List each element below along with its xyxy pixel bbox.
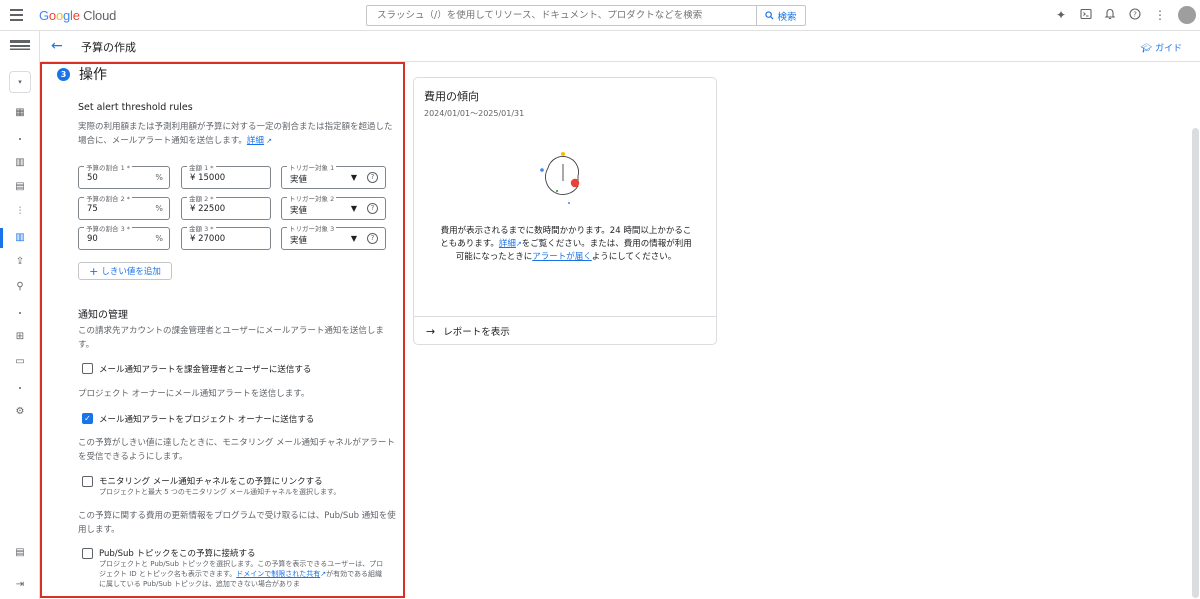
project-dropdown-icon[interactable]: ▾ bbox=[9, 71, 31, 93]
billing-admins-checkbox[interactable] bbox=[82, 363, 93, 374]
step-number-badge: 3 bbox=[57, 68, 70, 81]
notifications-desc-4: この予算に関する費用の更新情報をプログラムで受け取るには、Pub/Sub 通知を… bbox=[78, 511, 396, 535]
pubsub-checkbox-label: Pub/Sub トピックをこの予算に接続する bbox=[99, 549, 256, 559]
notifications-desc-3: この予算がしきい値に達したときに、モニタリング メール通知チャネルがアラートを受… bbox=[78, 438, 395, 462]
top-bar: Google Cloud 検索 ✦ ? ⋮ bbox=[0, 0, 1200, 31]
monitoring-channels-checkbox[interactable] bbox=[82, 476, 93, 487]
divider bbox=[414, 316, 716, 317]
alert-link[interactable]: アラートが届く bbox=[532, 252, 592, 262]
threshold-description: 実際の利用額または予測利用額が予算に対する一定の割合または指定額を超過した場合に… bbox=[78, 122, 393, 146]
reports-icon[interactable]: ▥ bbox=[14, 157, 26, 169]
cost-breakdown-icon[interactable]: ⫶ bbox=[14, 206, 26, 218]
cost-trend-title: 費用の傾向 bbox=[424, 90, 479, 103]
notifications-bell-icon[interactable] bbox=[1103, 8, 1117, 22]
search-button[interactable]: 検索 bbox=[756, 6, 805, 25]
help-circle-icon[interactable]: ? bbox=[367, 203, 378, 214]
left-rail: ▾ ▦ ▥ ▤ ⫶ ▥ ⇪ ⚲ ⊞ ▭ ⚙ ▤ ⇥ bbox=[0, 31, 40, 599]
gemini-sparkle-icon[interactable]: ✦ bbox=[1054, 8, 1068, 22]
search-input[interactable] bbox=[377, 10, 747, 21]
table-icon[interactable]: ▤ bbox=[14, 181, 26, 193]
help-icon[interactable]: ? bbox=[1128, 8, 1142, 22]
cost-trend-message: 費用が表示されるまでに数時間かかります。24 時間以上かかることもあります。詳細… bbox=[440, 226, 692, 262]
help-circle-icon[interactable]: ? bbox=[367, 233, 378, 244]
scrollbar-thumb[interactable] bbox=[1192, 128, 1199, 598]
rail-dot bbox=[19, 312, 21, 314]
amount-field-2[interactable]: 金額 2 * ¥ 22500 bbox=[181, 193, 271, 220]
dropdown-arrow-icon: ▼ bbox=[350, 173, 357, 182]
trigger-select-2[interactable]: トリガー対象 2 実値 ▼ ? bbox=[281, 193, 386, 220]
billing-admins-checkbox-label: メール通知アラートを課金管理者とユーザーに送信する bbox=[99, 365, 312, 375]
add-threshold-button[interactable]: + しきい値を追加 bbox=[78, 262, 172, 280]
search-icon bbox=[765, 11, 774, 20]
details-link[interactable]: 詳細 bbox=[247, 136, 264, 146]
notifications-desc-1: この請求先アカウントの課金管理者とユーザーにメールアラート通知を送信します。 bbox=[78, 326, 384, 350]
budgets-alerts-icon[interactable]: ▥ bbox=[14, 232, 26, 244]
actions-step-panel: 3 操作 Set alert threshold rules 実際の利用額または… bbox=[40, 62, 405, 598]
pubsub-checkbox[interactable] bbox=[82, 548, 93, 559]
dropdown-arrow-icon: ▼ bbox=[350, 204, 357, 213]
plus-icon: + bbox=[89, 264, 99, 278]
commitments-icon[interactable]: ⚲ bbox=[14, 281, 26, 293]
notifications-desc-2: プロジェクト オーナーにメール通知アラートを送信します。 bbox=[78, 389, 310, 399]
project-owners-checkbox-label: メール通知アラートをプロジェクト オーナーに送信する bbox=[99, 415, 315, 425]
upload-icon[interactable]: ⇪ bbox=[14, 256, 26, 268]
view-report-link[interactable]: → レポートを表示 bbox=[426, 324, 510, 339]
menu-icon[interactable] bbox=[10, 9, 23, 21]
search-bar: 検索 bbox=[366, 5, 806, 26]
budget-percent-field-1[interactable]: 予算の割合 1 * 50 % bbox=[78, 162, 170, 189]
monitoring-channels-help: プロジェクトと最大 5 つのモニタリング メール通知チャネルを選択します。 bbox=[99, 488, 341, 496]
product-icon[interactable] bbox=[10, 40, 30, 50]
details-link[interactable]: 詳細 bbox=[499, 239, 516, 249]
rail-active-indicator bbox=[0, 228, 3, 248]
page-header: ← 予算の作成 🎓︎ ガイド bbox=[41, 31, 1200, 62]
calculator-icon[interactable]: ⊞ bbox=[14, 331, 26, 343]
open-in-new-icon: ↗ bbox=[263, 137, 273, 145]
rail-dot bbox=[19, 138, 21, 140]
cost-trend-card: 費用の傾向 2024/01/01～2025/01/31 費用が表示されるまでに数… bbox=[413, 77, 717, 345]
back-arrow-icon[interactable]: ← bbox=[51, 38, 63, 54]
release-notes-icon[interactable]: ▤ bbox=[14, 547, 26, 559]
clock-illustration-icon bbox=[540, 152, 580, 204]
settings-gear-icon[interactable]: ⚙ bbox=[14, 406, 26, 418]
budget-percent-field-2[interactable]: 予算の割合 2 * 75 % bbox=[78, 193, 170, 220]
step-title: 操作 bbox=[79, 67, 107, 83]
arrow-forward-icon: → bbox=[426, 324, 436, 338]
budget-percent-field-3[interactable]: 予算の割合 3 * 90 % bbox=[78, 223, 170, 250]
google-cloud-logo[interactable]: Google Cloud bbox=[39, 8, 116, 23]
monitoring-channels-checkbox-label: モニタリング メール通知チャネルをこの予算にリンクする bbox=[99, 477, 323, 487]
amount-field-3[interactable]: 金額 3 * ¥ 27000 bbox=[181, 223, 271, 250]
svg-text:?: ? bbox=[1133, 11, 1137, 19]
threshold-heading: Set alert threshold rules bbox=[78, 102, 193, 113]
avatar[interactable] bbox=[1178, 6, 1196, 24]
amount-field-1[interactable]: 金額 1 * ¥ 15000 bbox=[181, 162, 271, 189]
school-icon: 🎓︎ bbox=[1140, 44, 1153, 54]
domain-restricted-sharing-link[interactable]: ドメインで制限された共有 bbox=[236, 570, 320, 578]
expand-rail-icon[interactable]: ⇥ bbox=[14, 579, 26, 591]
payments-icon[interactable]: ▭ bbox=[14, 356, 26, 368]
notifications-heading: 通知の管理 bbox=[78, 310, 128, 321]
more-vert-icon[interactable]: ⋮ bbox=[1153, 8, 1167, 22]
overview-icon[interactable]: ▦ bbox=[14, 107, 26, 119]
help-circle-icon[interactable]: ? bbox=[367, 172, 378, 183]
trigger-select-3[interactable]: トリガー対象 3 実値 ▼ ? bbox=[281, 223, 386, 250]
cloud-shell-icon[interactable] bbox=[1079, 8, 1093, 22]
trigger-select-1[interactable]: トリガー対象 1 実値 ▼ ? bbox=[281, 162, 386, 189]
cost-trend-date-range: 2024/01/01～2025/01/31 bbox=[424, 109, 525, 118]
project-owners-checkbox[interactable]: ✓ bbox=[82, 413, 93, 424]
page-title: 予算の作成 bbox=[81, 41, 136, 54]
dropdown-arrow-icon: ▼ bbox=[350, 234, 357, 243]
pubsub-help: プロジェクトと Pub/Sub トピックを選択します。この予算を表示できるユーザ… bbox=[99, 560, 384, 588]
rail-dot bbox=[19, 387, 21, 389]
guide-link[interactable]: 🎓︎ ガイド bbox=[1141, 41, 1182, 54]
